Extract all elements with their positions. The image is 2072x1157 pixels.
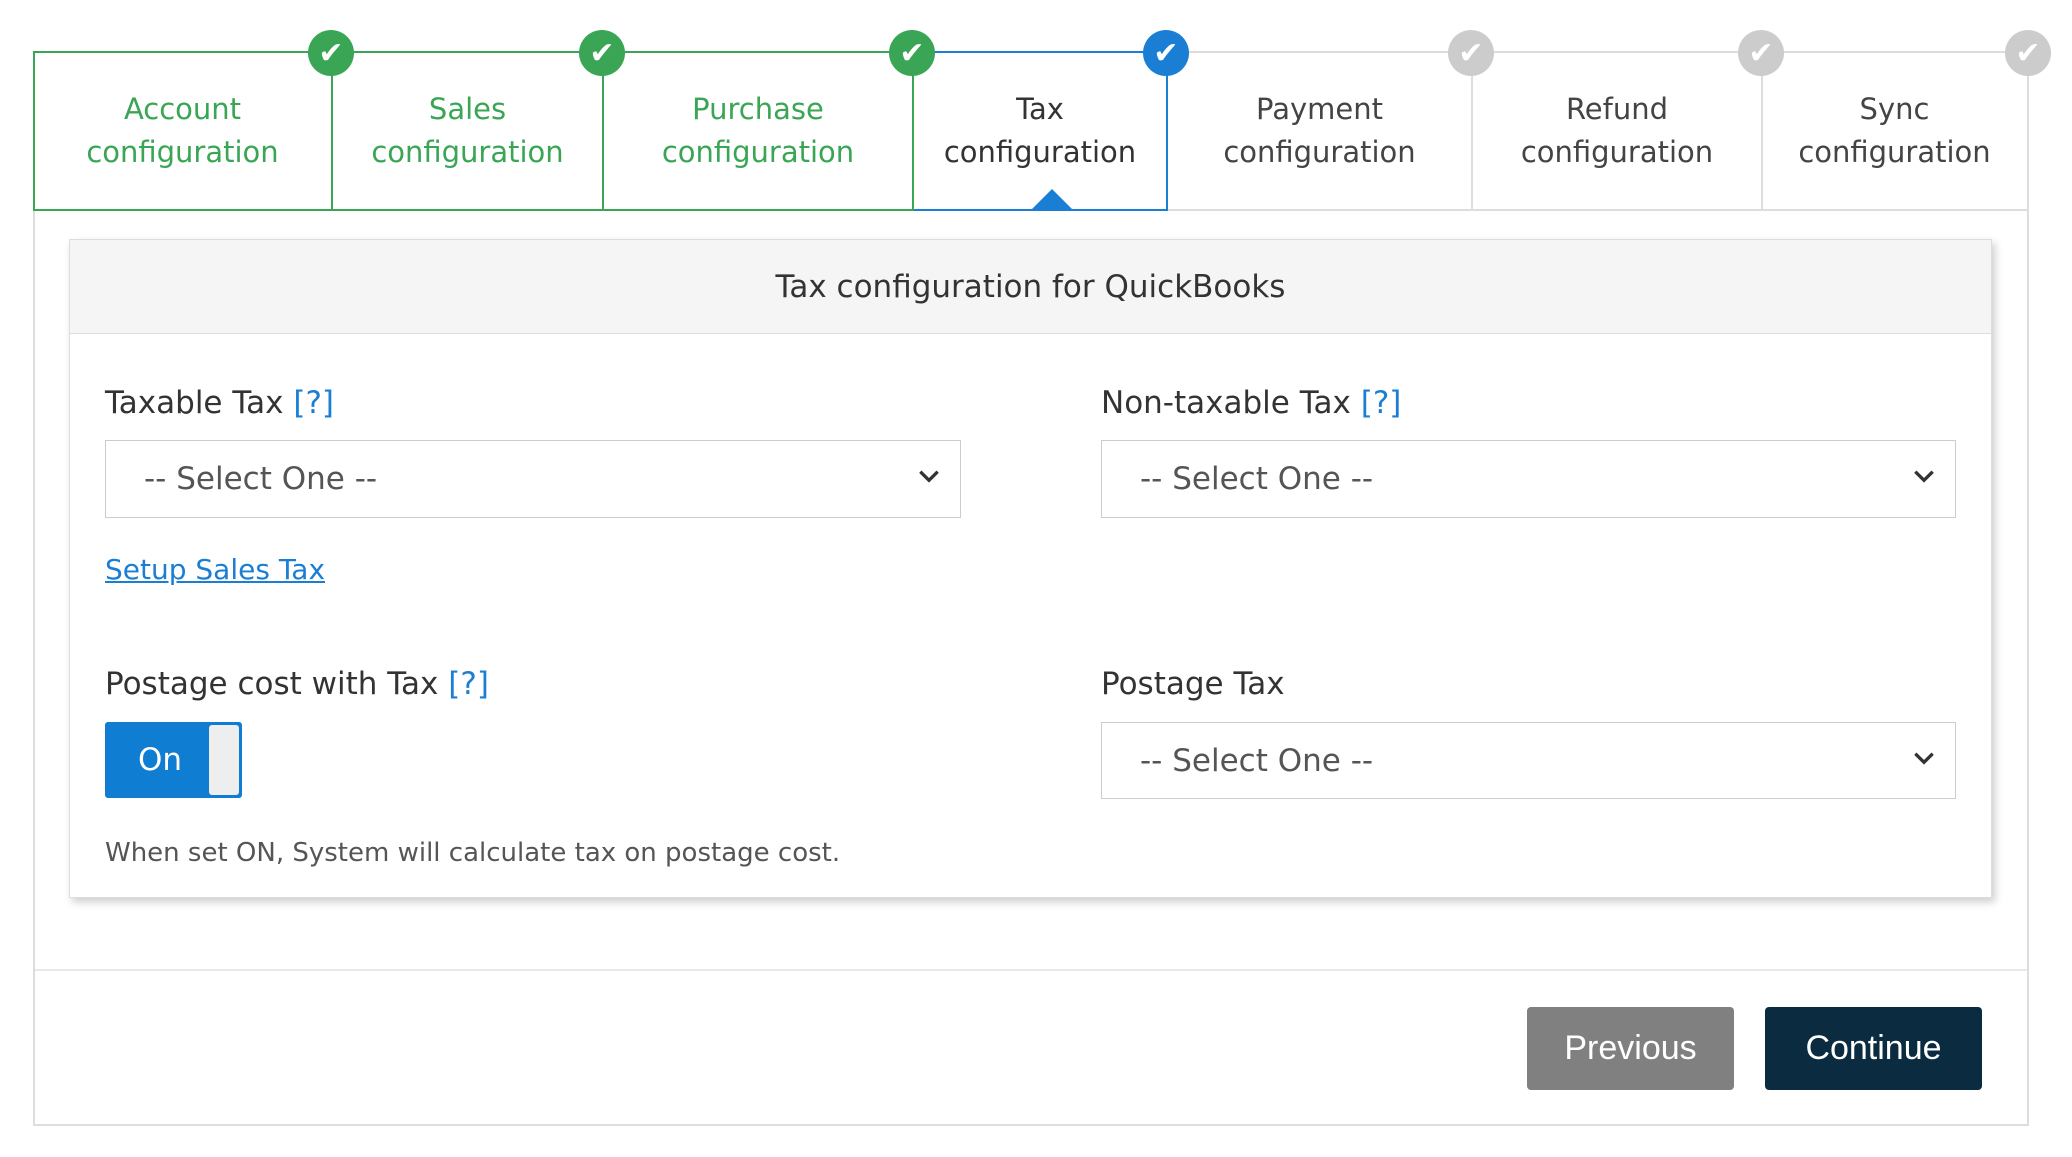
- check-circle-icon: ✔: [2005, 30, 2051, 76]
- step-refund[interactable]: Refund configuration: [1472, 51, 1762, 211]
- step-tax[interactable]: Tax configuration: [913, 51, 1167, 211]
- postage-tax-label: Postage Tax: [1101, 666, 1285, 702]
- toggle-label: On: [138, 742, 183, 778]
- help-link[interactable]: [?]: [293, 385, 334, 421]
- check-circle-icon: ✔: [308, 30, 354, 76]
- step-account[interactable]: Account configuration: [33, 51, 332, 211]
- select-value: -- Select One --: [144, 461, 378, 497]
- step-label: Account: [123, 92, 242, 126]
- postage-cost-note: When set ON, System will calculate tax o…: [105, 838, 841, 868]
- step-label: configuration: [86, 135, 279, 169]
- panel-title: Tax configuration for QuickBooks: [70, 240, 1991, 334]
- label-text: Taxable Tax: [105, 385, 284, 421]
- chevron-down-icon: [1914, 470, 1934, 483]
- taxable-tax-label: Taxable Tax [?]: [105, 385, 334, 421]
- tax-config-panel: Tax configuration for QuickBooks: [69, 239, 1992, 898]
- footer-divider: [35, 969, 2027, 971]
- select-value: -- Select One --: [1140, 742, 1374, 779]
- step-purchase[interactable]: Purchase configuration: [603, 51, 913, 211]
- step-sales[interactable]: Sales configuration: [332, 51, 603, 211]
- help-link[interactable]: [?]: [1361, 385, 1402, 421]
- chevron-down-icon: [1914, 752, 1934, 765]
- label-text: Postage cost with Tax: [105, 666, 439, 702]
- non-taxable-tax-label: Non-taxable Tax [?]: [1101, 385, 1401, 421]
- setup-sales-tax-link[interactable]: Setup Sales Tax: [105, 553, 325, 586]
- step-payment[interactable]: Payment configuration: [1167, 51, 1472, 211]
- select-value: -- Select One --: [1140, 461, 1374, 497]
- postage-tax-select[interactable]: -- Select One --: [1101, 722, 1956, 799]
- step-label: Sales: [428, 92, 507, 126]
- check-circle-icon: ✔: [1448, 30, 1494, 76]
- non-taxable-tax-select[interactable]: -- Select One --: [1101, 440, 1956, 518]
- help-link[interactable]: [?]: [448, 666, 489, 702]
- check-circle-icon: ✔: [579, 30, 625, 76]
- step-label: configuration: [371, 135, 564, 169]
- step-label: configuration: [943, 135, 1137, 169]
- step-sync[interactable]: Sync configuration: [1762, 51, 2029, 211]
- label-text: Non-taxable Tax: [1101, 385, 1351, 421]
- active-step-caret-icon: [1030, 189, 1074, 211]
- toggle-knob: [209, 725, 239, 795]
- tab-divider: [33, 51, 35, 211]
- step-label: Purchase: [692, 92, 824, 126]
- taxable-tax-select[interactable]: -- Select One --: [105, 440, 961, 518]
- check-circle-icon: ✔: [1143, 30, 1189, 76]
- check-circle-icon: ✔: [889, 30, 935, 76]
- step-label: Refund: [1565, 92, 1669, 126]
- previous-button[interactable]: Previous: [1527, 1007, 1734, 1090]
- postage-cost-label: Postage cost with Tax [?]: [105, 666, 489, 702]
- step-label: Tax: [1016, 92, 1064, 126]
- step-label: Payment: [1256, 92, 1383, 126]
- chevron-down-icon: [919, 470, 939, 483]
- step-label: configuration: [1223, 135, 1416, 169]
- check-circle-icon: ✔: [1738, 30, 1784, 76]
- postage-cost-toggle[interactable]: On: [105, 722, 242, 798]
- continue-button[interactable]: Continue: [1765, 1007, 1982, 1090]
- step-label: configuration: [1798, 135, 1991, 169]
- step-label: Sync: [1859, 92, 1930, 126]
- step-label: configuration: [1520, 135, 1714, 169]
- step-label: configuration: [661, 135, 855, 169]
